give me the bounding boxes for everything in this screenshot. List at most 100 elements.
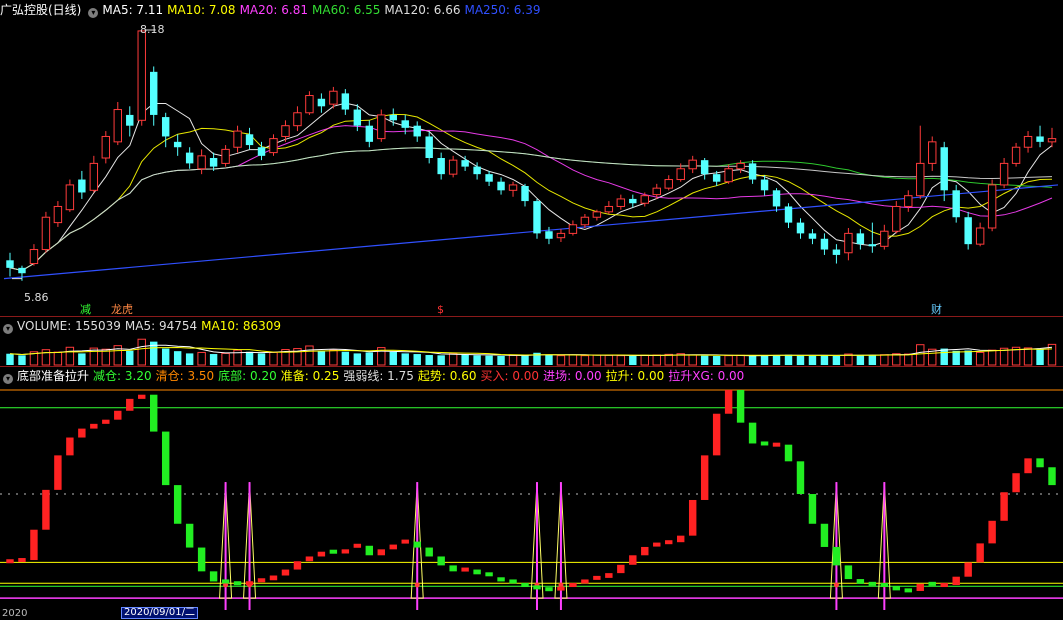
indicator-bar <box>677 535 685 543</box>
low-price-label: 5.86 <box>24 291 49 304</box>
volume-bar-down <box>126 350 134 365</box>
volume-bar-down <box>772 355 781 365</box>
candle-body-down <box>700 160 709 175</box>
volume-bar-down <box>1036 348 1044 365</box>
volume-bar-down <box>856 355 865 365</box>
candle-body-up <box>975 227 985 245</box>
volume-bar-up <box>975 351 985 366</box>
candle-body-down <box>772 190 781 207</box>
indicator-bar <box>1000 492 1008 521</box>
candle-body-up <box>329 90 338 105</box>
candle-body-up <box>580 216 590 226</box>
volume-bar-up <box>616 355 626 366</box>
ma250-line <box>3 184 1059 280</box>
candle-body-down <box>712 174 721 182</box>
candle-body-up <box>616 198 626 207</box>
candle-body-up <box>41 216 51 251</box>
indicator-panel-header: ▾ 底部准备拉升 减仓: 3.20 清仓: 3.50 底部: 0.20 准备: 0.25 强… <box>0 368 752 384</box>
candle-body-down <box>150 71 158 115</box>
ma20-line <box>9 125 1053 272</box>
candle-body-down <box>245 134 254 146</box>
ind-legend-item-1: 清仓: 3.50 <box>155 369 215 383</box>
indicator-bar <box>78 428 86 438</box>
indicator-bar <box>952 576 960 586</box>
volume-bar-down <box>461 354 469 365</box>
indicator-bar <box>904 588 912 593</box>
volume-bar-down <box>185 353 194 365</box>
indicator-bar <box>269 575 278 581</box>
indicator-bar <box>521 583 529 588</box>
volume-bar-up <box>880 354 889 366</box>
volume-bar-up <box>987 349 997 366</box>
volume-bar-up <box>137 338 146 366</box>
volume-bar-up <box>640 354 649 366</box>
candle-body-down <box>353 109 362 126</box>
vol-legend-item-0: VOLUME: 155039 <box>17 319 121 333</box>
candle-body-up <box>29 249 39 265</box>
candle-body-up <box>987 184 997 229</box>
date-cursor-box[interactable]: 2020/09/01/二 <box>121 607 199 619</box>
indicator-bar <box>712 413 721 456</box>
volume-bar-down <box>952 350 960 365</box>
candle-body-down <box>940 147 948 191</box>
candle-body-down <box>832 249 841 255</box>
candle-body-down <box>784 206 793 223</box>
indicator-name[interactable]: 底部准备拉升 <box>17 369 89 383</box>
candle-body-up <box>113 109 122 143</box>
annotation-cai[interactable]: 财 <box>931 304 942 316</box>
panel-divider-2[interactable] <box>0 366 1063 367</box>
spike-dot <box>833 582 839 588</box>
spike-dot <box>414 582 420 588</box>
candle-body-up <box>377 114 386 140</box>
indicator-bar <box>796 461 805 495</box>
volume-bar-down <box>209 354 218 365</box>
candle-body-up <box>652 187 661 196</box>
indicator-bar <box>305 556 314 562</box>
candle-body-down <box>473 166 481 175</box>
candle-body-up <box>664 179 673 189</box>
indicator-bar <box>497 577 505 582</box>
volume-bar-up <box>556 355 566 366</box>
indicator-bar <box>605 573 613 578</box>
indicator-bar <box>653 542 661 547</box>
annotation-longhu[interactable]: 龙虎 <box>111 304 133 316</box>
ind-legend-item-2: 底部: 0.20 <box>218 369 277 383</box>
candle-body-down <box>868 244 877 247</box>
candle-body-down <box>365 125 374 142</box>
annotation-jian[interactable]: 减 <box>80 304 91 316</box>
indicator-bar <box>161 431 170 486</box>
candle-body-down <box>485 174 493 182</box>
candle-body-up <box>293 112 302 127</box>
indicator-bar <box>892 586 901 591</box>
annotation-dollar[interactable]: $ <box>437 304 444 316</box>
volume-bar-up <box>688 354 697 366</box>
indicator-bar <box>736 389 745 423</box>
volume-bar-up <box>904 353 913 366</box>
indicator-bar <box>820 523 829 547</box>
indicator-bar <box>221 579 230 584</box>
candle-body-up <box>233 130 242 148</box>
indicator-legend: 减仓: 3.20 清仓: 3.50 底部: 0.20 准备: 0.25 强弱线: 1.7… <box>93 369 748 383</box>
chevron-down-icon[interactable]: ▾ <box>3 374 13 384</box>
indicator-bar <box>1024 458 1032 474</box>
panel-divider-1[interactable] <box>0 316 1063 317</box>
candle-body-down <box>6 260 14 268</box>
indicator-bar <box>485 572 493 577</box>
candle-body-down <box>964 217 972 245</box>
candle-body-down <box>317 98 326 107</box>
indicator-bar <box>209 571 218 582</box>
volume-bar-down <box>820 355 829 365</box>
chevron-down-icon[interactable]: ▾ <box>3 324 13 334</box>
volume-bar-down <box>78 353 86 365</box>
indicator-bar <box>353 543 362 548</box>
volume-bar-down <box>796 355 805 365</box>
candle-body-down <box>533 201 541 234</box>
indicator-bar <box>880 583 889 588</box>
indicator-bar <box>18 558 26 563</box>
volume-bar-down <box>485 355 493 365</box>
indicator-bar <box>868 581 877 586</box>
volume-bar-down <box>317 351 326 365</box>
volume-bar-up <box>448 353 458 366</box>
candle-body-down <box>629 198 637 204</box>
candle-body-down <box>461 160 469 167</box>
